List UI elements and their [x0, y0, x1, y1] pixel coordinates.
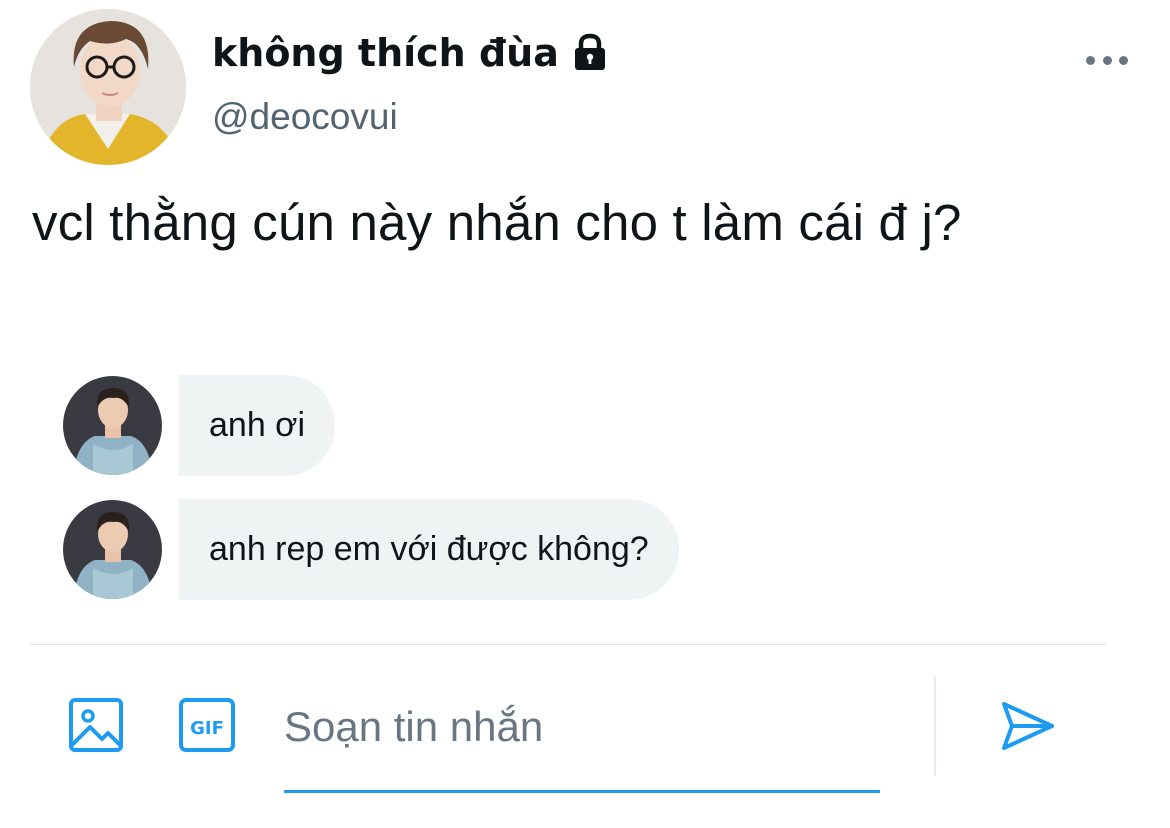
message-input[interactable]: [284, 696, 880, 758]
sender-avatar-image: [63, 500, 162, 599]
message-bubble[interactable]: anh ơi: [179, 375, 336, 476]
more-options-icon[interactable]: [1086, 50, 1128, 70]
author-avatar-image: [30, 9, 186, 165]
author-display-name[interactable]: không thích đùa: [212, 28, 611, 78]
message-text: anh ơi: [209, 406, 306, 444]
more-dot: [1086, 55, 1095, 65]
more-dot: [1119, 55, 1128, 65]
sender-avatar-image: [63, 376, 162, 475]
message-bubble[interactable]: anh rep em với được không?: [179, 499, 679, 600]
dm-message-row: anh ơi: [63, 375, 336, 476]
display-name-text: không thích đùa: [212, 31, 559, 75]
composer-divider: [30, 644, 1106, 645]
send-icon[interactable]: [998, 698, 1056, 754]
gif-icon: GIF: [179, 698, 235, 752]
sender-avatar[interactable]: [63, 376, 162, 475]
tweet-text: vcl thằng cún này nhắn cho t làm cái đ j…: [32, 194, 962, 251]
sender-avatar[interactable]: [63, 500, 162, 599]
lock-icon: [574, 33, 605, 70]
message-text: anh rep em với được không?: [209, 530, 649, 568]
dm-message-row: anh rep em với được không?: [63, 499, 679, 600]
more-dot: [1102, 55, 1112, 65]
composer-vertical-divider: [934, 676, 936, 776]
gif-label: GIF: [190, 718, 224, 739]
author-avatar[interactable]: [30, 9, 186, 165]
message-input-underline: [284, 790, 880, 793]
gif-button[interactable]: GIF: [178, 697, 236, 753]
image-upload-icon[interactable]: [68, 697, 124, 753]
author-handle[interactable]: @deocovui: [212, 96, 398, 138]
